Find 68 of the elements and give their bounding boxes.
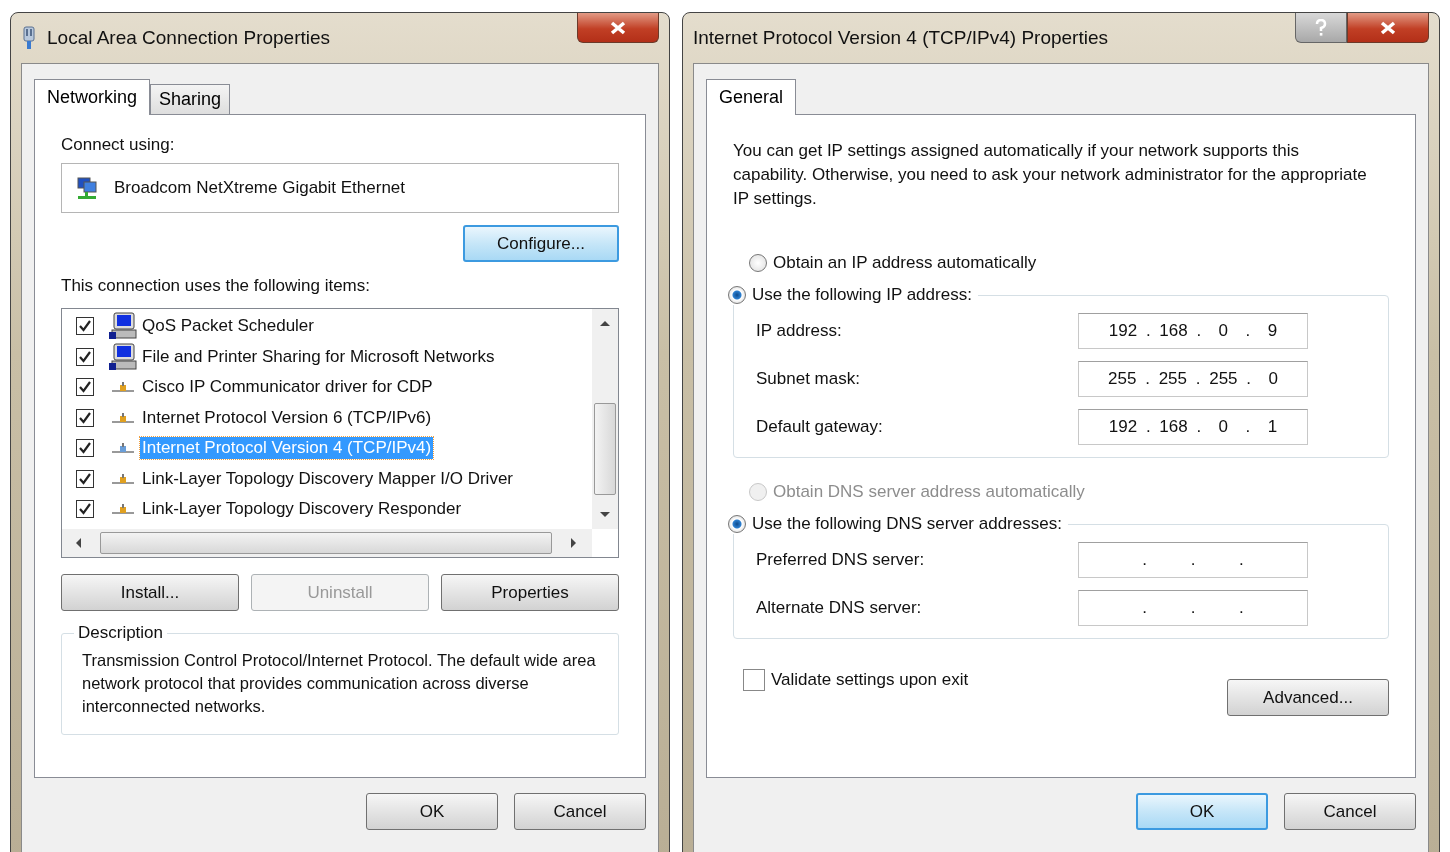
close-button[interactable] <box>577 13 659 43</box>
description-text: Transmission Control Protocol/Internet Protocol. The default wide area network protocol that provides communication across diverse interconnected networks. <box>82 650 597 717</box>
ip-address-field[interactable]: 255 . 255 . 255 . 0 <box>1078 361 1308 397</box>
computer-icon <box>108 312 138 341</box>
checkbox[interactable] <box>76 378 94 397</box>
radio-button[interactable] <box>728 286 746 304</box>
list-label: This connection uses the following items: <box>61 276 371 296</box>
field-label: Alternate DNS server: <box>756 598 923 618</box>
up-arrow-icon <box>599 319 611 327</box>
list-item[interactable]: QoS Packet Scheduler <box>140 315 316 338</box>
close-button[interactable] <box>1347 13 1429 43</box>
vertical-scrollbar[interactable] <box>592 309 618 529</box>
ip-address-field[interactable]: 192 . 168 . 0 . 1 <box>1078 409 1308 445</box>
help-button[interactable] <box>1295 13 1347 43</box>
checkbox[interactable] <box>76 347 94 366</box>
network-plug-icon <box>21 25 37 51</box>
configure-button[interactable]: Configure... <box>463 225 619 262</box>
scroll-thumb[interactable] <box>100 532 552 554</box>
tab[interactable]: Sharing <box>150 84 231 114</box>
ip-address-field[interactable]: . . . <box>1078 542 1308 578</box>
list-item[interactable]: Link-Layer Topology Discovery Responder <box>140 498 464 521</box>
list-item[interactable]: Cisco IP Communicator driver for CDP <box>140 376 435 399</box>
checkbox[interactable] <box>76 469 94 488</box>
field-label: Connect using: <box>61 135 176 155</box>
list-item[interactable]: File and Printer Sharing for Microsoft Networks <box>140 345 497 368</box>
dialog-button[interactable]: Cancel <box>1284 793 1416 830</box>
intro-text: You can get IP settings assigned automatically if your network supports this capability. Otherwise, you need to ask your network administrator for the appropriate IP settings. <box>733 140 1368 210</box>
radio-button[interactable] <box>749 254 767 272</box>
radio-label[interactable]: Obtain an IP address automatically <box>773 253 1037 273</box>
checkbox[interactable] <box>76 439 94 458</box>
network-adapter-icon <box>74 175 100 201</box>
checkbox[interactable] <box>76 500 94 519</box>
help-icon <box>1315 18 1327 37</box>
tab[interactable]: Networking <box>34 79 151 115</box>
tab[interactable]: General <box>706 79 797 115</box>
right-arrow-icon <box>570 537 578 549</box>
action-button[interactable]: Install... <box>61 574 239 611</box>
field-label: Default gateway: <box>756 417 884 437</box>
radio-label[interactable]: Use the following DNS server addresses: <box>752 514 1062 534</box>
close-icon <box>1379 20 1397 35</box>
computer-icon <box>108 342 138 371</box>
close-icon <box>609 20 627 35</box>
list-item[interactable]: Internet Protocol Version 6 (TCP/IPv6) <box>140 406 434 429</box>
checkbox[interactable] <box>76 408 94 427</box>
dialog-button[interactable]: Cancel <box>514 793 646 830</box>
scroll-thumb[interactable] <box>594 403 616 495</box>
advanced-button[interactable]: Advanced... <box>1227 679 1389 716</box>
list-item[interactable]: Link-Layer Topology Discovery Mapper I/O Driver <box>140 467 515 490</box>
action-button[interactable]: Properties <box>441 574 619 611</box>
ip-address-field[interactable]: 192 . 168 . 0 . 9 <box>1078 313 1308 349</box>
radio-label[interactable]: Use the following IP address: <box>752 285 972 305</box>
checkbox[interactable] <box>76 317 94 336</box>
checkbox[interactable] <box>743 669 765 691</box>
field-label: Subnet mask: <box>756 369 861 389</box>
group-title: Description <box>77 623 165 643</box>
field-label: Preferred DNS server: <box>756 550 926 570</box>
dialog-button[interactable]: OK <box>366 793 498 830</box>
ip-address-field[interactable]: . . . <box>1078 590 1308 626</box>
window-title: Local Area Connection Properties <box>47 27 331 49</box>
left-arrow-icon <box>74 537 82 549</box>
checkbox-label[interactable]: Validate settings upon exit <box>771 670 969 690</box>
adapter-name: Broadcom NetXtreme Gigabit Ethernet <box>114 178 406 198</box>
dialog-button[interactable]: OK <box>1136 793 1268 830</box>
radio-button[interactable] <box>728 515 746 533</box>
horizontal-scrollbar[interactable] <box>62 529 592 557</box>
field-label: IP address: <box>756 321 843 341</box>
window-title: Internet Protocol Version 4 (TCP/IPv4) Properties <box>693 27 1108 49</box>
down-arrow-icon <box>599 511 611 519</box>
